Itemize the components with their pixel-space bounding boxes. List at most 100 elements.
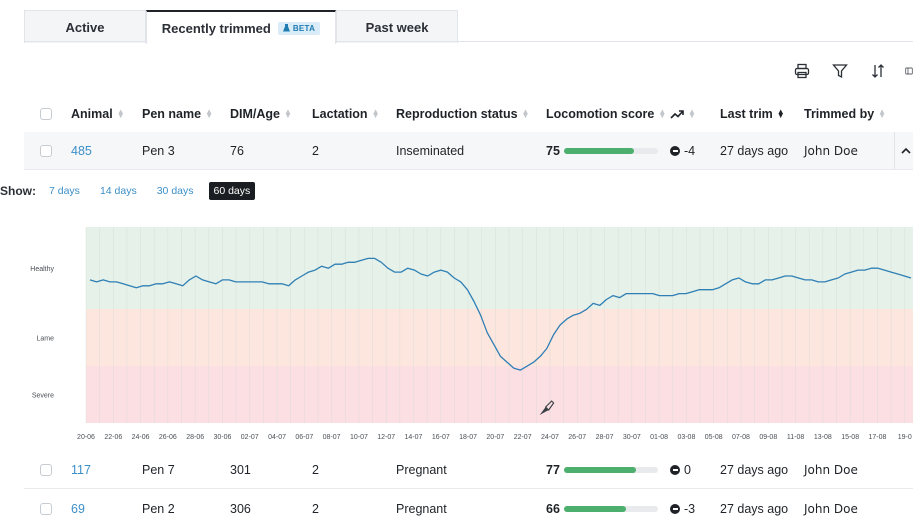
- locomotion-chart-svg: Healthy Lame Severe 20-06 22-06 24-06 26-06 28-…: [30, 227, 913, 441]
- show-label: Show:: [0, 184, 36, 198]
- x-tick-label: 06-07: [295, 434, 313, 441]
- row-checkbox[interactable]: [40, 145, 52, 157]
- x-tick-label: 07-08: [732, 434, 750, 441]
- column-header-animal[interactable]: Animal ▲ ▼: [71, 95, 125, 133]
- select-all-checkbox[interactable]: [40, 108, 52, 120]
- print-icon: [794, 63, 810, 79]
- last-trim: 27 days ago: [720, 144, 789, 158]
- column-header-lactation[interactable]: Lactation ▲ ▼: [312, 95, 379, 133]
- flask-icon: [282, 24, 290, 32]
- table-row[interactable]: 117 Pen 7 301 2 Pregnant 77 0 27 days ag…: [24, 451, 913, 489]
- dim-age: 306: [230, 502, 251, 516]
- beta-badge: BETA: [277, 21, 321, 35]
- sort-arrows-icon: ▲ ▼: [284, 107, 292, 120]
- column-label: Pen name: [142, 107, 202, 121]
- range-7-days[interactable]: 7 days: [44, 182, 85, 200]
- x-tick-label: 24-06: [132, 434, 150, 441]
- lactation: 2: [312, 144, 319, 158]
- trimmed-by: John Doe: [804, 144, 858, 158]
- sort-arrows-icon: ▲ ▼: [878, 107, 887, 120]
- minus-circle-icon: [670, 146, 680, 156]
- score-bar: [563, 467, 658, 473]
- minus-circle-icon: [670, 504, 680, 514]
- x-tick-label: 26-07: [568, 434, 586, 441]
- table-row[interactable]: 485 Pen 3 76 2 Inseminated 75 -4 27 days…: [24, 132, 913, 170]
- print-button[interactable]: [791, 60, 813, 82]
- zone-band-lame: [86, 309, 913, 366]
- sort-arrows-icon: ▲ ▼: [521, 107, 530, 120]
- x-tick-label: 30-07: [623, 434, 641, 441]
- score-value: 77: [546, 463, 560, 477]
- tab-recently-trimmed[interactable]: Recently trimmed BETA: [146, 10, 336, 44]
- row-checkbox[interactable]: [40, 503, 52, 515]
- dim-age: 301: [230, 463, 251, 477]
- x-tick-label: 15-08: [841, 434, 859, 441]
- trimmed-by: John Doe: [804, 502, 858, 516]
- table-header-row: Animal ▲ ▼ Pen name ▲ ▼ DIM/Age ▲ ▼ Lactation ▲…: [24, 95, 913, 133]
- x-tick-label: 16-07: [432, 434, 450, 441]
- column-header-reproduction-status[interactable]: Reproduction status ▲ ▼: [396, 95, 529, 133]
- trend-value: 0: [684, 463, 691, 477]
- column-header-dim-age[interactable]: DIM/Age ▲ ▼: [230, 95, 292, 133]
- column-label: Lactation: [312, 107, 368, 121]
- lactation: 2: [312, 463, 319, 477]
- x-tick-label: 30-06: [214, 434, 232, 441]
- chevron-up-icon: [901, 147, 911, 154]
- x-tick-label: 22-06: [104, 434, 122, 441]
- zone-label-healthy: Healthy: [30, 266, 54, 273]
- time-range-selector: Show: 7 days 14 days 30 days 60 days: [0, 180, 265, 202]
- x-tick-label: 28-07: [596, 434, 614, 441]
- column-header-last-trim[interactable]: Last trim ▲ ▼: [720, 95, 785, 133]
- zone-label-severe: Severe: [32, 393, 54, 400]
- range-14-days[interactable]: 14 days: [95, 182, 142, 200]
- sort-button[interactable]: [867, 60, 889, 82]
- trend-up-icon: [670, 110, 684, 119]
- x-tick-label: 14-07: [405, 434, 423, 441]
- tab-label: Recently trimmed: [161, 20, 271, 36]
- last-trim: 27 days ago: [720, 502, 789, 516]
- sort-active-icon: ▲ ▼: [776, 107, 785, 120]
- pen-name: Pen 7: [142, 463, 175, 477]
- x-tick-label: 20-06: [77, 434, 95, 441]
- tab-active[interactable]: Active: [24, 10, 146, 43]
- reproduction-status: Pregnant: [396, 463, 447, 477]
- filter-button[interactable]: [829, 60, 851, 82]
- animal-link[interactable]: 485: [71, 132, 92, 170]
- badge-label: BETA: [292, 23, 316, 33]
- column-label: Animal: [71, 107, 113, 121]
- tab-bar: Active Recently trimmed BETA Past week: [0, 0, 913, 44]
- x-tick-label: 05-08: [705, 434, 723, 441]
- tab-past-week[interactable]: Past week: [336, 10, 458, 43]
- animal-link[interactable]: 69: [71, 490, 85, 522]
- range-60-days[interactable]: 60 days: [208, 182, 256, 200]
- columns-icon: [905, 67, 913, 75]
- table-row[interactable]: 69 Pen 2 306 2 Pregnant 66 -3 27 days ag…: [24, 490, 913, 522]
- x-tick-label: 20-07: [486, 434, 504, 441]
- x-tick-label: 03-08: [677, 434, 695, 441]
- score-bar: [563, 506, 658, 512]
- score-bar: [563, 148, 658, 154]
- column-header-trimmed-by[interactable]: Trimmed by ▲ ▼: [804, 95, 887, 133]
- locomotion-score: 77: [546, 451, 658, 489]
- column-header-trend[interactable]: ▲ ▼: [670, 95, 696, 133]
- last-trim: 27 days ago: [720, 463, 789, 477]
- zone-band-severe: [86, 366, 913, 423]
- sort-arrows-icon: ▲ ▼: [116, 107, 125, 120]
- animal-link[interactable]: 117: [71, 451, 91, 489]
- pen-name: Pen 3: [142, 144, 175, 158]
- x-tick-label: 28-06: [186, 434, 204, 441]
- column-label: Reproduction status: [396, 107, 518, 121]
- columns-button[interactable]: [905, 60, 913, 82]
- tab-label: Active: [65, 19, 105, 35]
- x-tick-label: 02-07: [241, 434, 259, 441]
- column-label: Last trim: [720, 107, 773, 121]
- trend: -4: [670, 132, 695, 170]
- x-tick-label: 18-07: [459, 434, 477, 441]
- locomotion-score: 66: [546, 490, 658, 522]
- column-header-locomotion-score[interactable]: Locomotion score ▲ ▼: [546, 95, 666, 133]
- range-30-days[interactable]: 30 days: [152, 182, 199, 200]
- row-checkbox[interactable]: [40, 464, 52, 476]
- collapse-row-button[interactable]: [894, 132, 913, 170]
- column-header-pen-name[interactable]: Pen name ▲ ▼: [142, 95, 213, 133]
- trend: -3: [670, 490, 695, 522]
